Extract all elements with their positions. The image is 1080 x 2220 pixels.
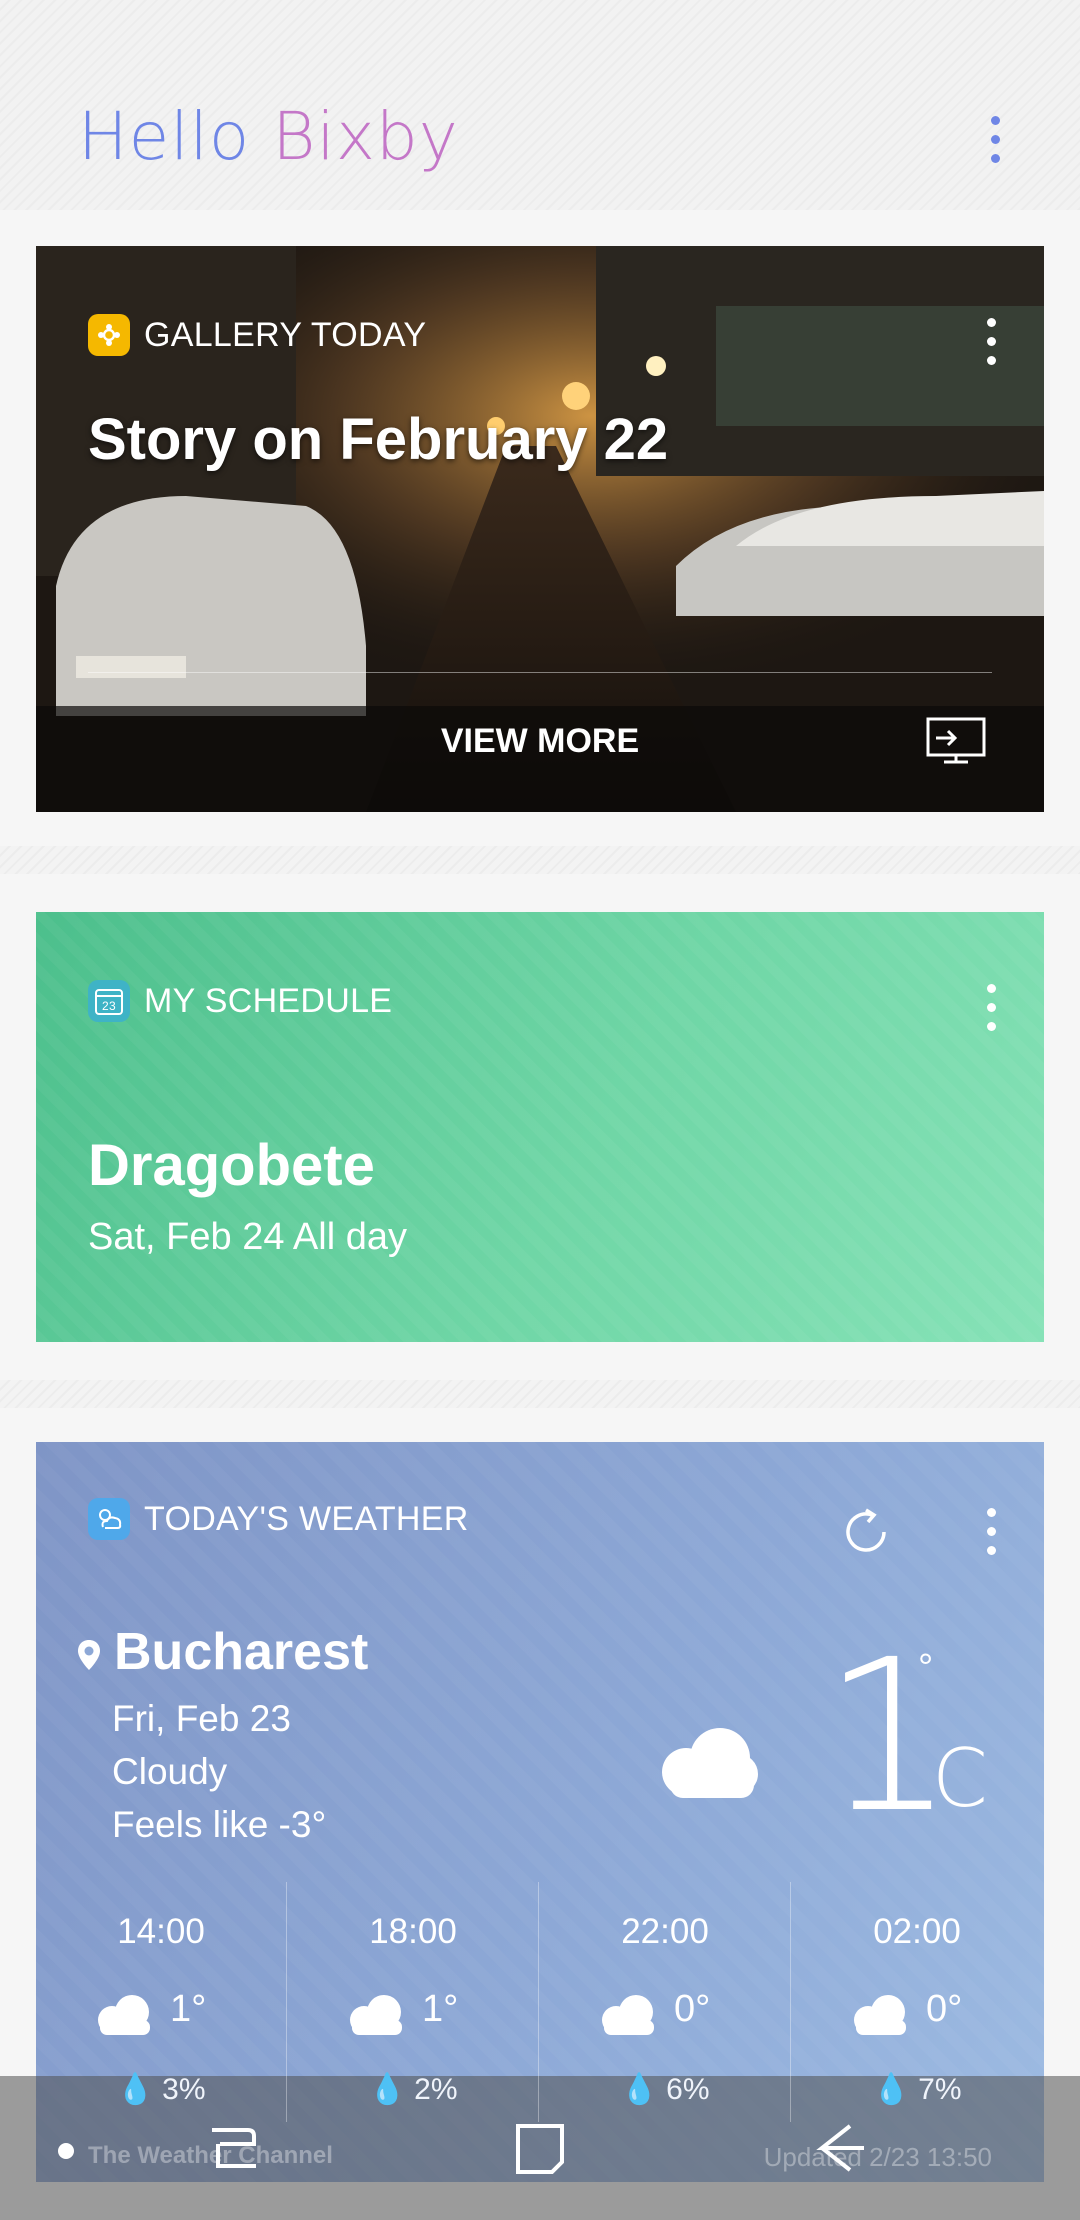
cloud-icon: [596, 1992, 660, 2041]
city-name: Bucharest: [114, 1623, 369, 1681]
forecast-temp: 1°: [170, 1988, 207, 2030]
section-separator: [0, 846, 1080, 874]
forecast-precip: 💧 2%: [288, 2072, 538, 2107]
divider: [790, 1882, 791, 2122]
todays-weather-card[interactable]: TODAY'S WEATHER Bucharest Fri, Feb 23 Cl…: [36, 1442, 1044, 2182]
raindrop-icon: 💧: [620, 2073, 658, 2106]
forecast-precip: 💧 6%: [540, 2072, 790, 2107]
raindrop-icon: 💧: [872, 2073, 910, 2106]
gallery-story-title: Story on February 22: [88, 407, 669, 472]
schedule-menu-icon[interactable]: [980, 980, 1004, 1036]
degree-symbol: °: [918, 1647, 934, 1689]
forecast-precip: 💧 3%: [36, 2072, 286, 2107]
header: Hello Bixby: [0, 0, 1080, 210]
section-separator: [0, 1380, 1080, 1408]
weather-date: Fri, Feb 23: [112, 1698, 291, 1739]
forecast-time: 18:00: [369, 1912, 457, 1951]
gallery-card-header: GALLERY TODAY: [88, 314, 426, 356]
weather-card-header: TODAY'S WEATHER: [88, 1498, 469, 1540]
hourly-forecast-item: 14:00 1° 💧 3%: [36, 1892, 286, 2142]
weather-menu-icon[interactable]: [980, 1504, 1004, 1560]
calendar-day: 23: [102, 999, 116, 1013]
hourly-forecast-item: 22:00 0° 💧 6%: [540, 1892, 790, 2142]
weather-app-icon: [88, 1498, 130, 1540]
forecast-precip: 💧 7%: [792, 2072, 1042, 2107]
raindrop-icon: 💧: [368, 2073, 406, 2106]
location-pin-icon: [76, 1638, 102, 1677]
forecast-time: 14:00: [117, 1912, 205, 1951]
cloud-icon: [344, 1992, 408, 2041]
hourly-forecast-item: 02:00 0° 💧 7%: [792, 1892, 1042, 2142]
cloud-icon: [92, 1992, 156, 2041]
bixby-logo: Hello Bixby: [78, 98, 459, 175]
forecast-time: 22:00: [621, 1912, 709, 1951]
more-vertical-icon[interactable]: [984, 112, 1008, 168]
weather-condition: Cloudy: [112, 1751, 228, 1792]
temperature-unit: C: [932, 1732, 988, 1825]
screen-cast-icon[interactable]: [924, 716, 988, 773]
precip-value: 6%: [666, 2073, 710, 2106]
forecast-temp: 0°: [926, 1988, 963, 2030]
schedule-card-header: 23 MY SCHEDULE: [88, 980, 392, 1022]
refresh-icon[interactable]: [838, 1504, 894, 1565]
event-title: Dragobete: [88, 1133, 375, 1198]
cloud-icon: [848, 1992, 912, 2041]
schedule-label: MY SCHEDULE: [144, 981, 393, 1020]
feels-like: Feels like -3°: [112, 1804, 327, 1845]
divider: [88, 672, 992, 673]
gallery-menu-icon[interactable]: [980, 314, 1004, 370]
forecast-temp: 1°: [422, 1988, 459, 2030]
divider: [538, 1882, 539, 2122]
raindrop-icon: 💧: [116, 2073, 154, 2106]
gallery-label: GALLERY TODAY: [144, 315, 427, 354]
my-schedule-card[interactable]: 23 MY SCHEDULE Dragobete Sat, Feb 24 All…: [36, 912, 1044, 1342]
precip-value: 3%: [162, 2073, 206, 2106]
hourly-forecast-item: 18:00 1° 💧 2%: [288, 1892, 538, 2142]
gallery-today-card[interactable]: GALLERY TODAY Story on February 22 VIEW …: [36, 246, 1044, 812]
event-time: Sat, Feb 24 All day: [88, 1216, 407, 1258]
logo-hello: Hello: [78, 98, 251, 175]
precip-value: 2%: [414, 2073, 458, 2106]
view-more-button[interactable]: VIEW MORE: [36, 722, 1044, 761]
weather-updated: Updated 2/23 13:50: [763, 2142, 992, 2172]
forecast-temp: 0°: [674, 1988, 711, 2030]
forecast-time: 02:00: [873, 1912, 961, 1951]
logo-bixby: Bixby: [272, 98, 459, 175]
page-indicator-dot: [58, 2143, 74, 2159]
divider: [286, 1882, 287, 2122]
gallery-icon: [88, 314, 130, 356]
calendar-icon: 23: [88, 980, 130, 1022]
weather-label: TODAY'S WEATHER: [144, 1499, 469, 1538]
cloud-icon: [650, 1724, 760, 1805]
precip-value: 7%: [918, 2073, 962, 2106]
